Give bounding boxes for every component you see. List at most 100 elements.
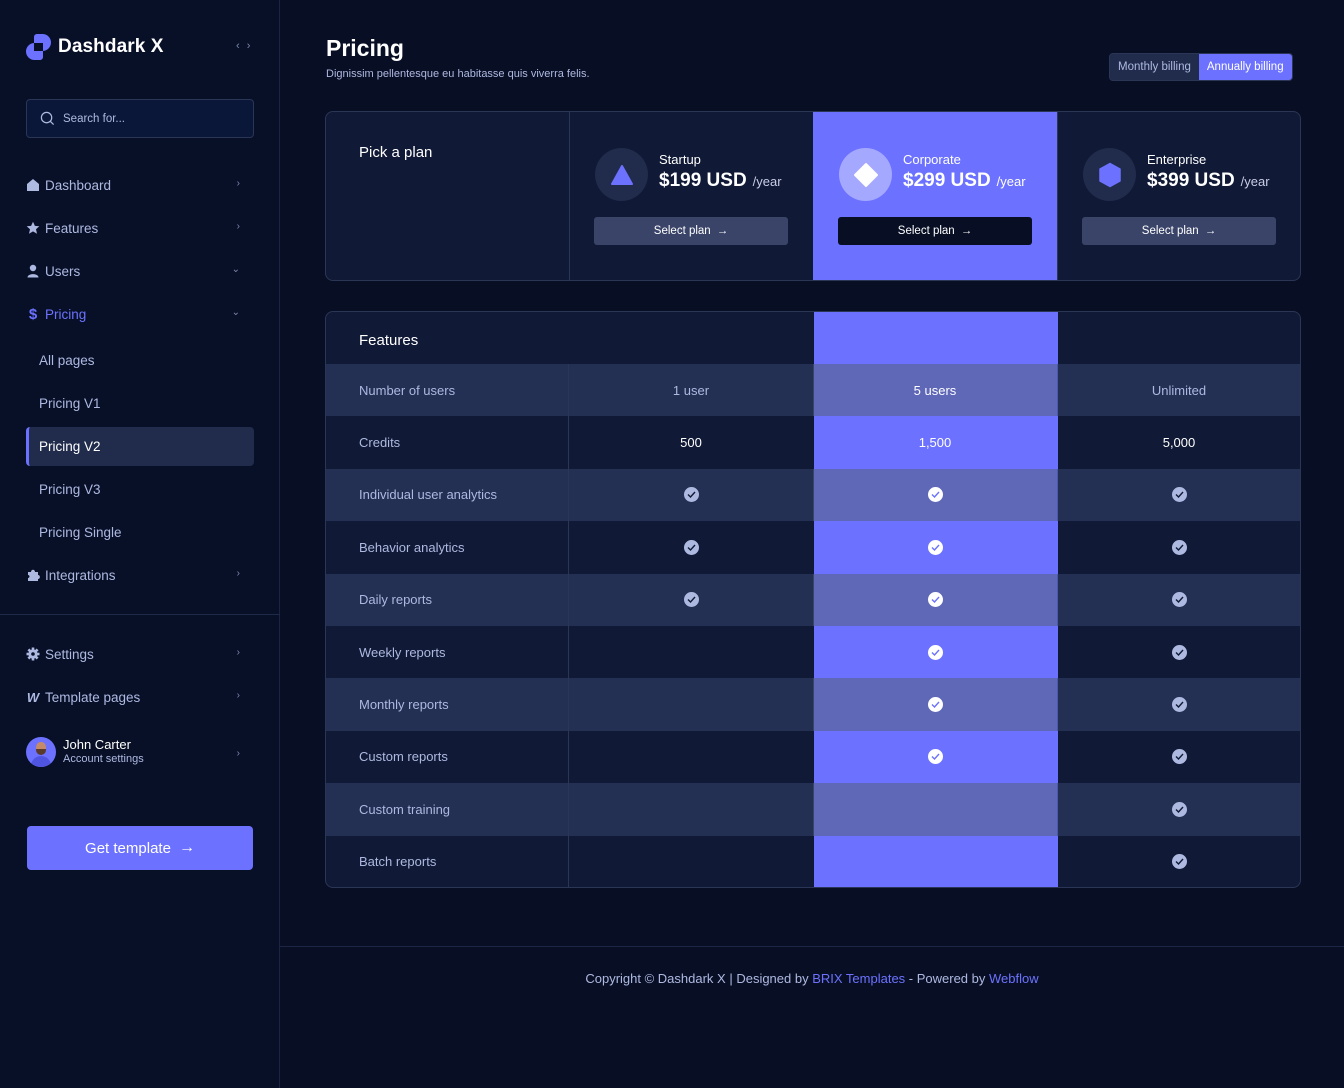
brand-logo-icon [26,34,51,60]
feature-cell [813,626,1057,678]
home-icon [26,178,40,192]
sidebar-subitem-pricing-v2[interactable]: Pricing V2 [26,427,254,466]
check-circle-icon [927,749,943,765]
plan-card-enterprise: Enterprise $399 USD/year Select plan → [1057,112,1300,280]
table-row: Batch reports [326,835,1300,887]
sidebar-subitem-pricing-v3[interactable]: Pricing V3 [26,470,254,509]
feature-cell [813,836,1057,887]
check-circle-icon [1171,697,1187,713]
sidebar-item-features[interactable]: Features › [26,217,254,239]
arrow-right-icon: → [716,225,729,237]
sidebar-subitem-all-pages[interactable]: All pages [26,341,254,380]
account-settings-link[interactable]: John Carter Account settings › [26,736,254,768]
star-icon [26,221,40,235]
feature-label: Behavior analytics [326,521,569,574]
select-plan-label: Select plan [897,225,955,237]
annual-billing-tab[interactable]: Annually billing [1198,54,1292,80]
check-circle-icon [927,592,943,608]
brand[interactable]: Dashdark X [26,34,164,60]
sidebar-item-label: Features [45,220,99,236]
get-template-button[interactable]: Get template → [27,826,253,870]
sidebar-item-settings[interactable]: Settings › [26,643,254,665]
feature-cell [569,783,813,835]
get-template-label: Get template [85,839,171,857]
sidebar-item-label: Template pages [45,689,141,705]
footer-powered-by: - Powered by [905,971,989,986]
plan-name: Corporate [903,152,961,167]
feature-cell: 1,500 [918,435,952,451]
sidebar-subitem-pricing-single[interactable]: Pricing Single [26,513,254,552]
sidebar-item-users[interactable]: Users ⌄ [26,260,254,282]
feature-cell [569,574,813,626]
check-circle-icon [1171,801,1187,817]
check-circle-icon [683,592,699,608]
plan-card-corporate: Corporate $299 USD/year Select plan → [813,112,1057,280]
chevron-right-icon: › [236,748,240,759]
brand-name: Dashdark X [58,36,164,57]
search-box[interactable] [26,99,254,138]
puzzle-icon [26,568,40,582]
brix-templates-link[interactable]: BRIX Templates [812,971,905,986]
feature-label: Custom reports [326,730,569,784]
profile-name: John Carter [63,737,131,752]
plan-period: /year [1240,174,1270,189]
plan-name: Startup [659,152,701,167]
collapse-sidebar-icon[interactable]: ‹ › [236,40,252,52]
sidebar-item-template-pages[interactable]: W Template pages › [26,686,254,708]
sidebar-item-label: Dashboard [45,177,112,193]
check-circle-icon [683,487,699,503]
feature-cell: 1 user [672,382,710,398]
monthly-billing-tab[interactable]: Monthly billing [1110,54,1199,80]
footer-copyright: Copyright © Dashdark X | Designed by [585,971,813,986]
plan-name: Enterprise [1147,152,1207,167]
table-row: Daily reports [326,573,1300,626]
check-circle-icon [927,697,943,713]
chevron-right-icon: › [236,178,240,189]
page-title: Pricing [326,35,404,61]
plan-period: /year [996,174,1026,189]
plan-price-value: $399 USD [1147,170,1235,191]
search-input[interactable] [63,112,233,125]
plan-price-value: $299 USD [903,170,991,191]
profile-subtitle: Account settings [63,753,144,765]
plan-card-startup: Startup $199 USD/year Select plan → [569,112,813,280]
chevron-right-icon: › [236,568,240,579]
check-circle-icon [1171,644,1187,660]
feature-cell [1057,678,1300,730]
feature-cell [813,521,1057,573]
feature-label: Daily reports [326,573,569,626]
avatar [26,737,56,767]
sidebar-subitem-pricing-v1[interactable]: Pricing V1 [26,384,254,423]
plans-heading: Pick a plan [359,144,433,161]
feature-cell [813,468,1057,522]
feature-cell: 5,000 [1162,435,1196,451]
feature-cell [813,678,1057,731]
feature-cell [813,573,1057,626]
select-plan-button[interactable]: Select plan → [838,217,1032,245]
footer-divider [280,946,1344,947]
table-row: Monthly reports [326,678,1300,731]
feature-cell: 500 [680,435,702,451]
feature-cell [1057,731,1300,783]
triangle-icon [595,148,648,201]
feature-cell: Unlimited [1151,382,1207,398]
select-plan-button[interactable]: Select plan → [1082,217,1276,245]
table-row: Weekly reports [326,626,1300,679]
check-circle-icon [1171,749,1187,765]
feature-label: Credits [326,416,569,469]
sidebar-item-pricing[interactable]: $ Pricing ⌄ [26,303,254,325]
plan-period: /year [752,174,782,189]
sidebar: Dashdark X ‹ › Dashboard › Features › Us… [0,0,280,1088]
chevron-down-icon: ⌄ [231,307,240,318]
webflow-icon: W [26,689,40,705]
sidebar-item-integrations[interactable]: Integrations › [26,564,254,586]
feature-cell [1057,783,1300,835]
arrow-right-icon: → [960,225,973,237]
check-circle-icon [1171,539,1187,555]
table-row: Custom reports [326,730,1300,784]
webflow-link[interactable]: Webflow [989,971,1039,986]
feature-cell [569,678,813,730]
feature-cell [569,836,813,887]
select-plan-button[interactable]: Select plan → [594,217,788,245]
sidebar-item-dashboard[interactable]: Dashboard › [26,174,254,196]
